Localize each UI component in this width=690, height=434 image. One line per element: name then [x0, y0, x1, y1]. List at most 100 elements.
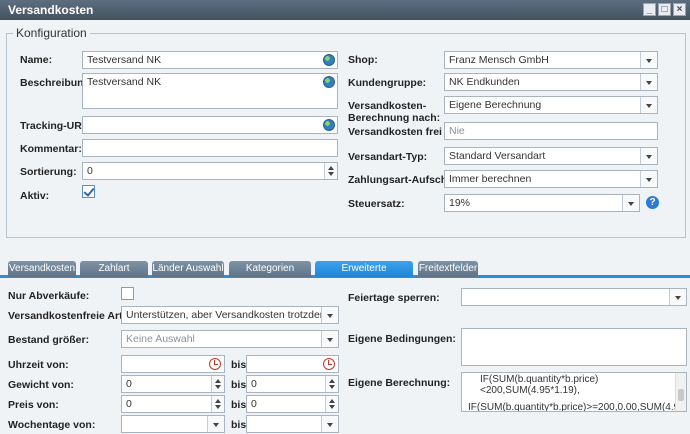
tab-freitextfelder[interactable]: Freitextfelder [418, 261, 478, 277]
wochentage-label: Wochentage von: [8, 419, 96, 431]
spinner-icon[interactable] [325, 396, 338, 412]
tab-bar: Versandkosten Zahlart Auswahl Länder Aus… [0, 260, 690, 290]
preis-from-value: 0 [126, 398, 132, 410]
versandkostenfrei-value: Unterstützen, aber Versandkosten trotzde… [126, 309, 338, 321]
konfiguration-legend: Konfiguration [16, 26, 87, 40]
abverkauf-checkbox[interactable] [121, 287, 134, 300]
versandart-label: Versandart-Typ: [348, 151, 428, 163]
tab-kategorien-sperren[interactable]: Kategorien sperren [229, 261, 311, 290]
eigene-berechnung-textarea[interactable]: IF(SUM(b.quantity*b.price)<200,SUM(4.95*… [461, 372, 687, 412]
kundengruppe-label: Kundengruppe: [348, 77, 427, 89]
berechnung-label-line2: Berechnung nach: [348, 112, 441, 124]
chevron-down-icon[interactable] [622, 195, 639, 211]
zahlungsart-select[interactable]: Immer berechnen [444, 170, 658, 188]
shop-select[interactable]: Franz Mensch GmbH [444, 51, 658, 69]
chevron-down-icon[interactable] [640, 74, 657, 90]
steuersatz-value: 19% [449, 197, 471, 209]
close-button[interactable]: × [673, 3, 686, 16]
tab-erweiterte-einstellungen[interactable]: Erweiterte Einstellungen [315, 261, 413, 290]
versandart-select[interactable]: Standard Versandart [444, 147, 658, 165]
feiertage-label: Feiertage sperren: [348, 292, 440, 304]
maximize-button[interactable]: □ [658, 3, 671, 16]
sortierung-value: 0 [87, 165, 93, 177]
erweitert-panel: Nur Abverkäufe: Versandkostenfreie Artik… [0, 278, 690, 434]
minimize-button[interactable]: _ [643, 3, 656, 16]
preis-to-stepper[interactable]: 0 [246, 395, 339, 413]
eigene-berechnung-label: Eigene Berechnung: [348, 377, 451, 389]
clock-icon[interactable] [323, 358, 335, 370]
berechnung-line2: IF(SUM(b.quantity*b.price)>=200,0.00,SUM… [468, 402, 686, 412]
kundengruppe-select[interactable]: NK Endkunden [444, 73, 658, 91]
gewicht-to-value: 0 [251, 378, 257, 390]
wochentage-from-select[interactable] [121, 415, 225, 433]
sortierung-label: Sortierung: [20, 166, 77, 178]
sortierung-stepper[interactable]: 0 [82, 162, 338, 180]
gewicht-from-value: 0 [126, 378, 132, 390]
bis-label: bis [231, 379, 247, 391]
aktiv-label: Aktiv: [20, 190, 50, 202]
gewicht-label: Gewicht von: [8, 379, 74, 391]
tracking-label: Tracking-URL: [20, 120, 92, 132]
chevron-down-icon[interactable] [669, 289, 686, 305]
name-value: Testversand NK [87, 54, 162, 66]
chevron-down-icon[interactable] [321, 307, 338, 323]
globe-icon[interactable] [323, 54, 335, 66]
chevron-down-icon[interactable] [640, 148, 657, 164]
scrollbar[interactable] [675, 373, 686, 411]
chevron-down-icon[interactable] [321, 416, 338, 432]
steuersatz-select[interactable]: 19% [444, 194, 640, 212]
berechnung-select[interactable]: Eigene Berechnung [444, 96, 658, 114]
chevron-down-icon[interactable] [321, 331, 338, 347]
feiertage-select[interactable] [461, 288, 687, 306]
chevron-down-icon[interactable] [640, 97, 657, 113]
uhrzeit-label: Uhrzeit von: [8, 359, 69, 371]
uhrzeit-from-input[interactable] [121, 355, 225, 373]
preis-label: Preis von: [8, 399, 59, 411]
uhrzeit-to-input[interactable] [246, 355, 339, 373]
gewicht-from-stepper[interactable]: 0 [121, 375, 225, 393]
spinner-icon[interactable] [324, 163, 337, 179]
bis-label: bis [231, 419, 247, 431]
chevron-down-icon[interactable] [640, 171, 657, 187]
kommentar-input[interactable] [82, 139, 338, 157]
tab-versandkosten[interactable]: Versandkosten [8, 261, 76, 277]
shop-value: Franz Mensch GmbH [449, 54, 549, 66]
bis-label: bis [231, 359, 247, 371]
globe-icon[interactable] [323, 119, 335, 131]
zahlungsart-value: Immer berechnen [449, 173, 532, 185]
frei-ab-input[interactable]: Nie [444, 122, 658, 140]
kommentar-label: Kommentar: [20, 143, 82, 155]
tracking-input[interactable] [82, 116, 338, 134]
versandart-value: Standard Versandart [449, 150, 546, 162]
aktiv-checkbox[interactable] [82, 185, 95, 198]
spinner-icon[interactable] [325, 376, 338, 392]
preis-from-stepper[interactable]: 0 [121, 395, 225, 413]
name-input[interactable]: Testversand NK [82, 51, 338, 69]
gewicht-to-stepper[interactable]: 0 [246, 375, 339, 393]
chevron-down-icon[interactable] [207, 416, 224, 432]
bestand-placeholder: Keine Auswahl [126, 333, 195, 345]
name-label: Name: [20, 54, 53, 66]
bedingungen-textarea[interactable] [461, 328, 687, 366]
steuersatz-label: Steuersatz: [348, 198, 405, 210]
spinner-icon[interactable] [211, 396, 224, 412]
window-title: Versandkosten [8, 3, 94, 17]
clock-icon[interactable] [209, 358, 221, 370]
versandkostenfrei-select[interactable]: Unterstützen, aber Versandkosten trotzde… [121, 306, 339, 324]
globe-icon[interactable] [323, 76, 335, 88]
window-titlebar[interactable]: Versandkosten _ □ × [0, 0, 690, 20]
chevron-down-icon[interactable] [640, 52, 657, 68]
spinner-icon[interactable] [211, 376, 224, 392]
preis-to-value: 0 [251, 398, 257, 410]
frei-ab-placeholder: Nie [449, 125, 465, 137]
help-icon[interactable]: ? [646, 196, 659, 209]
tab-zahlart-auswahl[interactable]: Zahlart Auswahl [80, 261, 148, 290]
berechnung-line1: IF(SUM(b.quantity*b.price)<200,SUM(4.95*… [480, 374, 599, 396]
kundengruppe-value: NK Endkunden [449, 76, 520, 88]
wochentage-to-select[interactable] [246, 415, 339, 433]
beschreibung-textarea[interactable]: Testversand NK [82, 73, 338, 109]
beschreibung-value: Testversand NK [87, 76, 162, 88]
shop-label: Shop: [348, 54, 378, 66]
tab-laender-auswahl[interactable]: Länder Auswahl [152, 261, 224, 277]
bestand-select[interactable]: Keine Auswahl [121, 330, 339, 348]
